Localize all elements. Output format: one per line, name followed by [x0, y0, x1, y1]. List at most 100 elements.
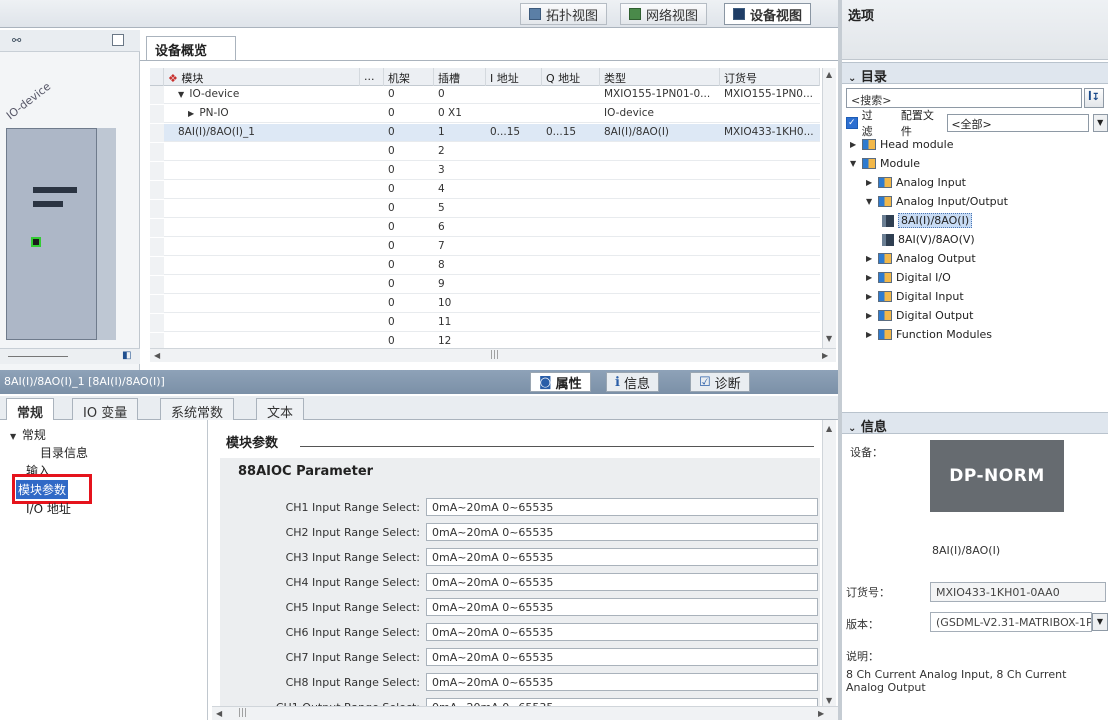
cell-q[interactable]	[542, 200, 600, 218]
cell-type[interactable]	[600, 333, 720, 348]
row-handle[interactable]	[150, 238, 164, 256]
col-slot[interactable]: 插槽	[434, 68, 486, 86]
nav-item-io-addresses[interactable]: I/O 地址	[26, 500, 71, 517]
table-row[interactable]: 06	[150, 219, 820, 237]
table-row[interactable]: 08	[150, 257, 820, 275]
tab-device-overview[interactable]: 设备概览	[146, 36, 236, 60]
catalog-tree-item[interactable]: 8AI(V)/8AO(V)	[882, 230, 975, 249]
cell-order[interactable]	[720, 295, 820, 313]
parameter-value-field[interactable]: 0mA~20mA 0~65535	[426, 523, 818, 541]
cell-q[interactable]	[542, 86, 600, 104]
tab-system-constants[interactable]: 系统常数	[160, 398, 235, 421]
cell-order[interactable]	[720, 314, 820, 332]
row-handle[interactable]	[150, 162, 164, 180]
nav-item-general[interactable]: ▼ 常规	[10, 426, 46, 443]
cell-rack[interactable]: 0	[384, 124, 434, 142]
catalog-search-input[interactable]: <搜索>	[846, 88, 1082, 108]
parameter-value-field[interactable]: 0mA~20mA 0~65535	[426, 623, 818, 641]
chevron-down-icon[interactable]: ▼	[1092, 613, 1108, 631]
cell-q[interactable]	[542, 105, 600, 123]
col-module[interactable]: ❖ 模块	[164, 68, 360, 86]
row-handle[interactable]	[150, 181, 164, 199]
cell-rack[interactable]: 0	[384, 200, 434, 218]
rack-module-slot[interactable]	[96, 128, 116, 340]
cell-rack[interactable]: 0	[384, 276, 434, 294]
cell-q[interactable]: 0...15	[542, 124, 600, 142]
catalog-tree-item[interactable]: 8AI(I)/8AO(I)	[882, 211, 973, 230]
table-row[interactable]: 09	[150, 276, 820, 294]
expand-icon[interactable]: ▶	[866, 254, 874, 263]
cell-rack[interactable]: 0	[384, 238, 434, 256]
expand-icon[interactable]: ▶	[866, 330, 874, 339]
cell-module[interactable]: ▶ PN-IO	[164, 105, 360, 123]
cell-i[interactable]	[486, 105, 542, 123]
cell-type[interactable]: MXIO155-1PN01-0...	[600, 86, 720, 104]
col-i-address[interactable]: I 地址	[486, 68, 542, 86]
cell-type[interactable]	[600, 181, 720, 199]
cell-type[interactable]	[600, 314, 720, 332]
catalog-tree-item[interactable]: ▶ Function Modules	[866, 325, 992, 344]
zoom-slider-bar[interactable]: ◧	[0, 348, 140, 364]
expand-icon[interactable]: ▶	[866, 178, 874, 187]
cell-slot[interactable]: 11	[434, 314, 486, 332]
cell-rack[interactable]: 0	[384, 162, 434, 180]
cell-q[interactable]	[542, 181, 600, 199]
version-select[interactable]: (GSDML-V2.31-MATRIBOX-1PN	[930, 612, 1092, 632]
col-rack[interactable]: 机架	[384, 68, 434, 86]
cell-module[interactable]: 8AI(I)/8AO(I)_1	[164, 124, 360, 142]
cell-i[interactable]	[486, 181, 542, 199]
cell-order[interactable]: MXIO155-1PN0...	[720, 86, 820, 104]
collapse-icon[interactable]: ▼	[178, 90, 186, 99]
cell-order[interactable]	[720, 257, 820, 275]
expand-icon[interactable]: ▶	[850, 140, 858, 149]
cell-rack[interactable]: 0	[384, 86, 434, 104]
row-handle[interactable]	[150, 295, 164, 313]
overview-vertical-scrollbar[interactable]: ▲ ▼	[822, 68, 836, 348]
row-handle[interactable]	[150, 200, 164, 218]
table-row[interactable]: 0 11	[150, 314, 820, 332]
cell-module[interactable]	[164, 295, 360, 313]
cell-rack[interactable]: 0	[384, 295, 434, 313]
cell-slot[interactable]: 12	[434, 333, 486, 348]
cell-slot[interactable]: 2	[434, 143, 486, 161]
parameter-value-field[interactable]: 0mA~20mA 0~65535	[426, 573, 818, 591]
cell-type[interactable]	[600, 219, 720, 237]
cell-rack[interactable]: 0	[384, 181, 434, 199]
row-handle[interactable]	[150, 143, 164, 161]
cell-q[interactable]	[542, 257, 600, 275]
cell-order[interactable]	[720, 276, 820, 294]
cell-i[interactable]	[486, 200, 542, 218]
tab-properties[interactable]: ◙ 属性	[530, 372, 591, 392]
device-view-button[interactable]: 设备视图	[724, 3, 812, 25]
nav-item-catalog-info[interactable]: 目录信息	[40, 444, 88, 461]
cell-i[interactable]	[486, 219, 542, 237]
cell-q[interactable]	[542, 219, 600, 237]
cell-module[interactable]	[164, 143, 360, 161]
cell-order[interactable]	[720, 333, 820, 348]
parameter-value-field[interactable]: 0mA~20mA 0~65535	[426, 598, 818, 616]
cell-type[interactable]	[600, 238, 720, 256]
catalog-tree-item[interactable]: ▼ Module	[850, 154, 920, 173]
cell-module[interactable]	[164, 181, 360, 199]
profile-select[interactable]: <全部>	[947, 114, 1089, 132]
cell-q[interactable]	[542, 276, 600, 294]
cell-type[interactable]: IO-device	[600, 105, 720, 123]
catalog-tree-item[interactable]: ▶ Digital I/O	[866, 268, 951, 287]
cell-module[interactable]	[164, 219, 360, 237]
table-row[interactable]: 0 12	[150, 333, 820, 348]
filter-checkbox[interactable]: ✓	[846, 117, 858, 129]
cell-q[interactable]	[542, 295, 600, 313]
cell-slot[interactable]: 8	[434, 257, 486, 275]
cell-slot[interactable]: 1	[434, 124, 486, 142]
cell-i[interactable]	[486, 238, 542, 256]
cell-order[interactable]: MXIO433-1KH0...	[720, 124, 820, 142]
cell-module[interactable]	[164, 276, 360, 294]
cell-type[interactable]	[600, 200, 720, 218]
table-row[interactable]: 07	[150, 238, 820, 256]
collapse-icon[interactable]: ▼	[850, 159, 858, 168]
tab-info[interactable]: ℹ 信息	[606, 372, 659, 392]
cell-q[interactable]	[542, 314, 600, 332]
catalog-tree-item[interactable]: ▶ Digital Output	[866, 306, 973, 325]
tab-io-tags[interactable]: IO 变量	[72, 398, 139, 421]
parameter-value-field[interactable]: 0mA~20mA 0~65535	[426, 498, 818, 516]
